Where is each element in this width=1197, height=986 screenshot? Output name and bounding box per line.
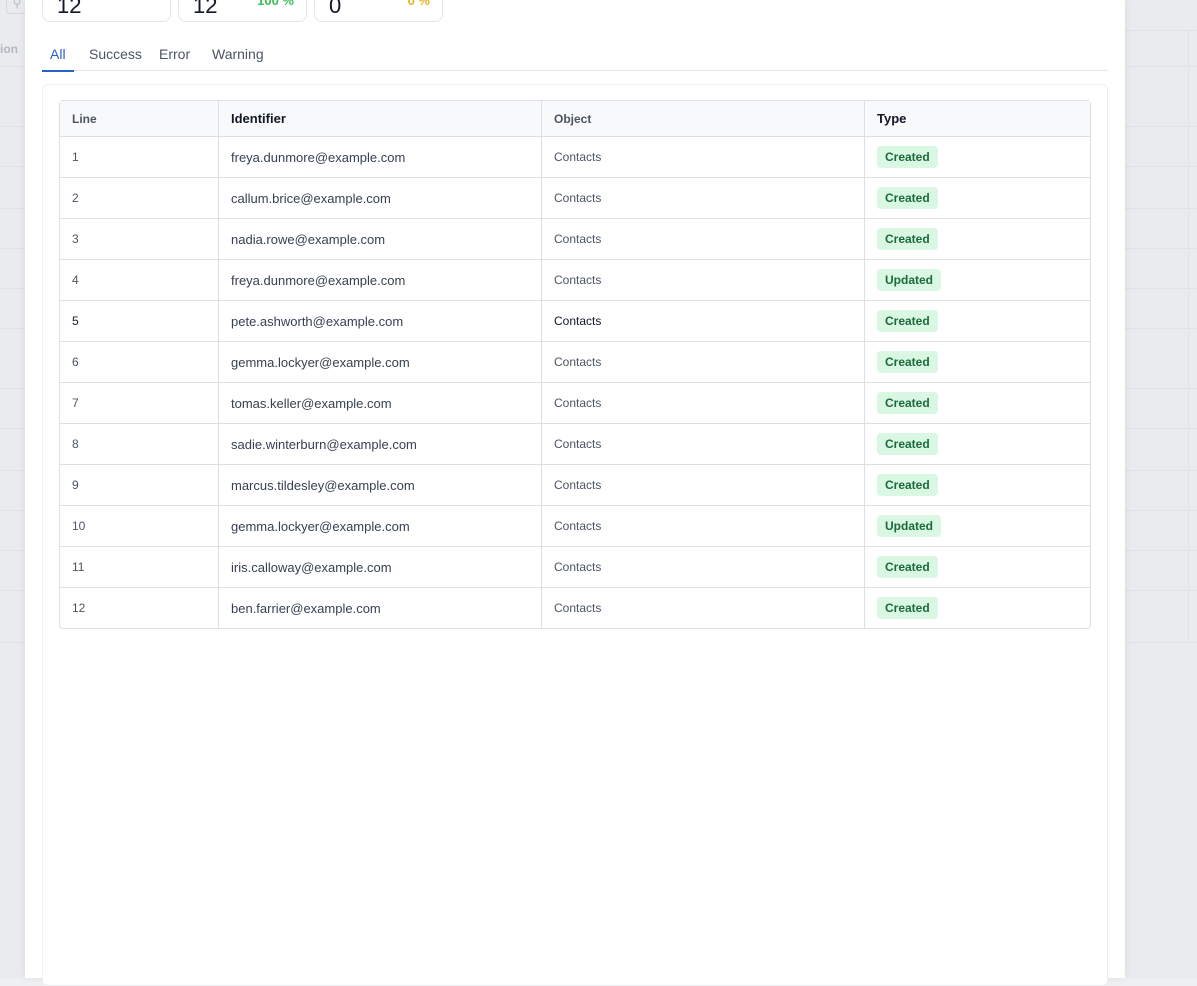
cell-type: Created (865, 588, 1090, 628)
table-row[interactable]: 8 sadie.winterburn@example.com Contacts … (60, 424, 1090, 465)
type-badge: Created (877, 310, 938, 332)
table-row[interactable]: 6 gemma.lockyer@example.com Contacts Cre… (60, 342, 1090, 383)
cell-type: Updated (865, 506, 1090, 547)
cell-identifier: iris.calloway@example.com (219, 547, 542, 588)
cell-type: Created (865, 547, 1090, 588)
type-badge: Updated (877, 269, 941, 291)
type-badge: Created (877, 474, 938, 496)
cell-type: Created (865, 178, 1090, 219)
cell-line: 4 (60, 260, 219, 301)
stat-card-total: 12 (42, 0, 171, 22)
table-row[interactable]: 10 gemma.lockyer@example.com Contacts Up… (60, 506, 1090, 547)
cell-line: 3 (60, 219, 219, 260)
stat-value: 12 (57, 0, 82, 18)
cell-object: Contacts (542, 465, 865, 506)
cell-line: 1 (60, 137, 219, 178)
stat-card-warning: 0 0 % (314, 0, 443, 22)
table-row[interactable]: 3 nadia.rowe@example.com Contacts Create… (60, 219, 1090, 260)
table-row[interactable]: 2 callum.brice@example.com Contacts Crea… (60, 178, 1090, 219)
cell-object: Contacts (542, 383, 865, 424)
cell-object: Contacts (542, 137, 865, 178)
type-badge: Created (877, 187, 938, 209)
cell-type: Created (865, 301, 1090, 342)
type-badge: Created (877, 433, 938, 455)
stat-value: 0 (329, 0, 342, 18)
cell-identifier: gemma.lockyer@example.com (219, 506, 542, 547)
cell-object: Contacts (542, 342, 865, 383)
cell-object: Contacts (542, 547, 865, 588)
table-row[interactable]: 9 marcus.tildesley@example.com Contacts … (60, 465, 1090, 506)
results-table: Line Identifier Object Type 1 freya.dunm… (59, 100, 1091, 629)
cell-identifier: freya.dunmore@example.com (219, 260, 542, 301)
cell-line: 7 (60, 383, 219, 424)
tab-success[interactable]: Success (89, 46, 142, 70)
type-badge: Created (877, 392, 938, 414)
type-badge: Updated (877, 515, 941, 537)
table-row[interactable]: 1 freya.dunmore@example.com Contacts Cre… (60, 137, 1090, 178)
cell-object: Contacts (542, 178, 865, 219)
stat-percent: 0 % (407, 0, 430, 8)
cell-line: 11 (60, 547, 219, 588)
cell-identifier: freya.dunmore@example.com (219, 137, 542, 178)
stat-value: 12 (193, 0, 218, 18)
cell-object: Contacts (542, 260, 865, 301)
type-badge: Created (877, 351, 938, 373)
cell-type: Created (865, 342, 1090, 383)
cell-line: 8 (60, 424, 219, 465)
cell-identifier: marcus.tildesley@example.com (219, 465, 542, 506)
cell-type: Updated (865, 260, 1090, 301)
filter-tabs: All Success Error Warning (42, 40, 1108, 72)
table-row[interactable]: 7 tomas.keller@example.com Contacts Crea… (60, 383, 1090, 424)
cell-identifier: tomas.keller@example.com (219, 383, 542, 424)
tab-all[interactable]: All (42, 46, 74, 72)
type-badge: Created (877, 228, 938, 250)
table-row[interactable]: 4 freya.dunmore@example.com Contacts Upd… (60, 260, 1090, 301)
tab-warning[interactable]: Warning (212, 46, 264, 70)
cell-identifier: ben.farrier@example.com (219, 588, 542, 628)
cell-type: Created (865, 383, 1090, 424)
type-badge: Created (877, 146, 938, 168)
cell-identifier: callum.brice@example.com (219, 178, 542, 219)
tab-error[interactable]: Error (159, 46, 190, 70)
type-badge: Created (877, 597, 938, 619)
cell-line: 2 (60, 178, 219, 219)
cell-object: Contacts (542, 219, 865, 260)
cell-line: 9 (60, 465, 219, 506)
table-row[interactable]: 5 pete.ashworth@example.com Contacts Cre… (60, 301, 1090, 342)
cell-type: Created (865, 219, 1090, 260)
table-row[interactable]: 11 iris.calloway@example.com Contacts Cr… (60, 547, 1090, 588)
cell-object: Contacts (542, 301, 865, 342)
cell-line: 6 (60, 342, 219, 383)
cell-line: 5 (60, 301, 219, 342)
stat-percent: 100 % (257, 0, 294, 8)
cell-object: Contacts (542, 424, 865, 465)
cell-identifier: pete.ashworth@example.com (219, 301, 542, 342)
cell-line: 12 (60, 588, 219, 628)
cell-type: Created (865, 137, 1090, 178)
column-header-object[interactable]: Object (542, 101, 865, 137)
background-column-label: ion (0, 42, 18, 56)
table-row[interactable]: 12 ben.farrier@example.com Contacts Crea… (60, 588, 1090, 628)
type-badge: Created (877, 556, 938, 578)
cell-line: 10 (60, 506, 219, 547)
cell-type: Created (865, 424, 1090, 465)
column-header-identifier[interactable]: Identifier (219, 101, 542, 137)
column-header-type[interactable]: Type (865, 101, 1090, 137)
table-header-row: Line Identifier Object Type (60, 101, 1090, 137)
column-header-line[interactable]: Line (60, 101, 219, 137)
cell-object: Contacts (542, 506, 865, 547)
cell-object: Contacts (542, 588, 865, 628)
cell-type: Created (865, 465, 1090, 506)
cell-identifier: nadia.rowe@example.com (219, 219, 542, 260)
stat-card-success: 12 100 % (178, 0, 307, 22)
cell-identifier: sadie.winterburn@example.com (219, 424, 542, 465)
cell-identifier: gemma.lockyer@example.com (219, 342, 542, 383)
